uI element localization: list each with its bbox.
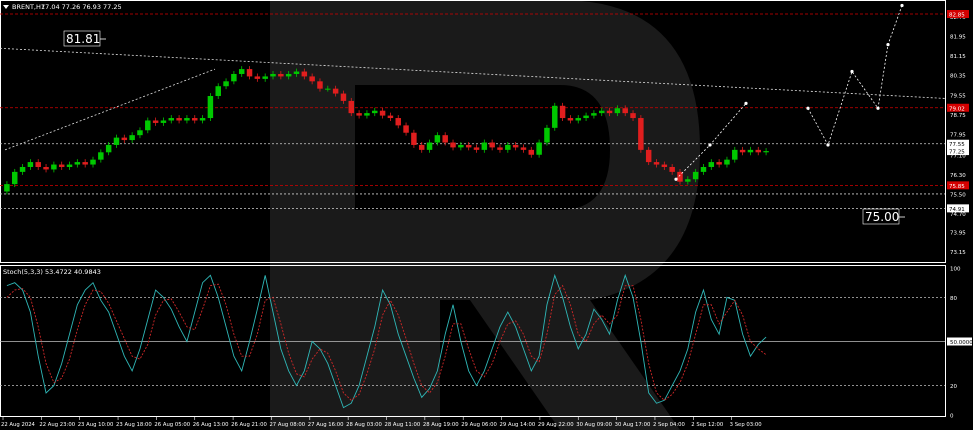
forecast-path-a-point [674,177,678,181]
forecast-path-b-point [900,3,904,8]
stoch-tick-label: 80 [950,296,957,302]
time-tick-label: 29 Aug 22:00 [538,422,574,428]
price-tick-label: 80.35 [950,74,966,80]
annotation-lower: 75.00 [862,208,905,225]
stoch-tick-label: 100 [950,267,961,273]
chart-canvas: 73.1573.9574.7075.5076.3077.1077.9578.75… [0,0,973,430]
time-tick-label: 2 Sep 04:00 [653,422,686,428]
ohlc-readout: 77.04 77.26 76.93 77.25 [41,3,122,11]
price-tick-label: 76.30 [950,173,966,179]
forecast-path-b-point [876,106,880,110]
time-tick-label: 3 Sep 03:00 [730,422,763,428]
time-tick-label: 29 Aug 06:00 [461,422,497,428]
price-tick-label: 73.15 [950,250,966,256]
time-tick-label: 23 Aug 18:00 [116,422,152,428]
time-tick-label: 22 Aug 2024 [1,422,36,428]
price-tick-label: 75.50 [950,192,966,198]
time-tick-label: 27 Aug 08:00 [269,422,305,428]
time-tick-label: 27 Aug 16:00 [308,422,344,428]
stoch-tick-label: 20 [950,384,957,390]
time-tick-label: 28 Aug 19:00 [423,422,459,428]
price-tick-label: 81.95 [950,35,966,41]
time-tick-label: 2 Sep 12:00 [691,422,724,428]
forecast-path-a-point [744,101,748,105]
price-highlight-label: 77.25 [949,150,965,156]
annotation-lower-label: 75.00 [865,210,899,224]
stoch-tick-label: 50.0000 [950,340,973,346]
candle [544,124,550,146]
stoch-tick-label: 0 [950,414,954,420]
time-tick-label: 26 Aug 05:00 [154,422,190,428]
time-tick-label: 30 Aug 17:00 [615,422,651,428]
price-highlight-label: 75.85 [949,184,965,190]
time-tick-label: 30 Aug 09:00 [576,422,612,428]
time-tick-label: 22 Aug 23:00 [39,422,75,428]
price-highlight-label: 79.02 [949,106,965,112]
time-tick-label: 26 Aug 21:00 [231,422,267,428]
annotation-upper: 81.81 [63,30,106,47]
forecast-path-a-point [708,143,712,147]
candle [207,93,214,121]
price-tick-label: 79.55 [950,93,966,99]
forecast-path-b-point [886,43,890,47]
price-tick-label: 77.95 [950,132,966,138]
price-tick-label: 74.70 [950,212,966,218]
candle [552,102,558,131]
annotation-upper-label: 81.81 [66,32,100,46]
forecast-path-b-point [806,106,810,110]
price-highlight-label: 82.85 [949,13,965,19]
forecast-path-b-point [850,69,854,74]
price-tick-label: 73.95 [950,230,966,236]
time-tick-label: 29 Aug 14:00 [500,422,536,428]
time-tick-label: 26 Aug 13:00 [193,422,229,428]
forecast-path-b-point [826,143,830,147]
stoch-readout: Stoch(5,3,3) 53.4722 40.9843 [3,268,101,276]
candle [638,115,644,153]
time-tick-label: 23 Aug 10:00 [78,422,114,428]
price-highlight-label: 74.91 [949,207,965,213]
price-tick-label: 78.75 [950,113,966,119]
price-tick-label: 81.15 [950,54,966,60]
time-tick-label: 28 Aug 11:00 [385,422,421,428]
time-tick-label: 28 Aug 03:00 [346,422,382,428]
